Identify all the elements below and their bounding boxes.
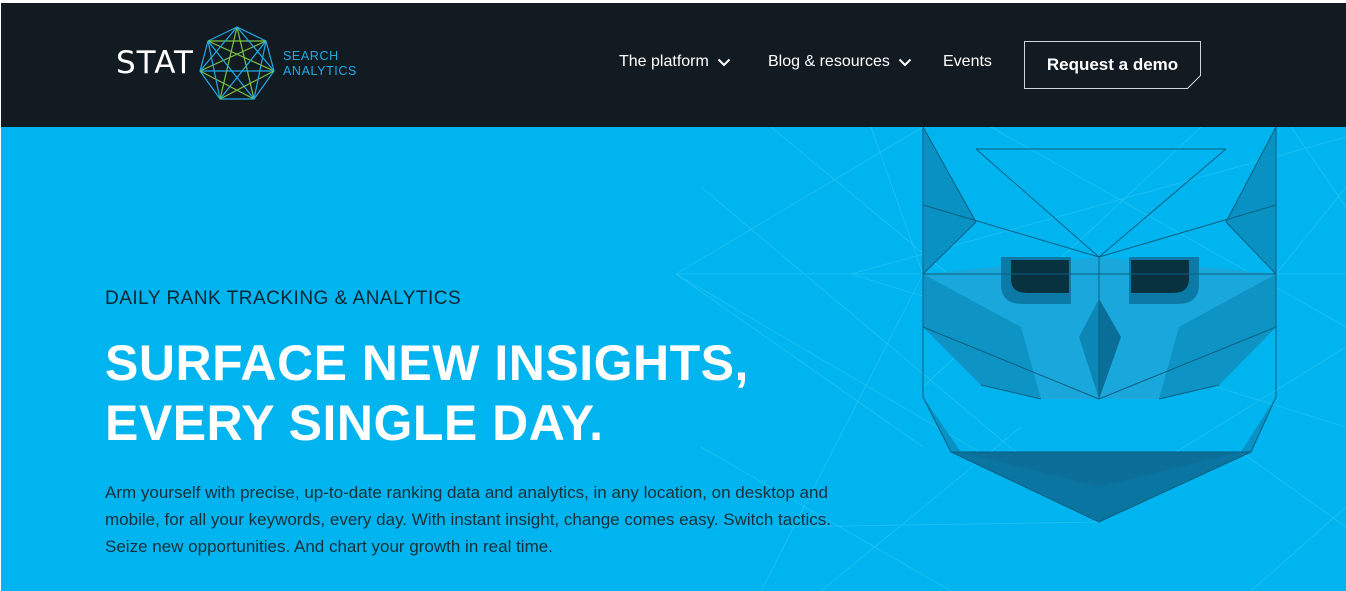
nav-item-label: Events — [943, 53, 992, 70]
request-demo-label: Request a demo — [1046, 55, 1179, 74]
page: STAT SEARCH ANALYTICS The platform Blog … — [0, 0, 1346, 591]
nav-item-label: The platform — [619, 53, 709, 70]
nav-item-label: Blog & resources — [768, 53, 890, 70]
headline-line-2: EVERY SINGLE DAY. — [105, 395, 604, 451]
chevron-down-icon — [898, 58, 912, 67]
hero-headline: SURFACE NEW INSIGHTS, EVERY SINGLE DAY. — [105, 333, 865, 453]
site-header: STAT SEARCH ANALYTICS The platform Blog … — [1, 3, 1346, 127]
nav-item-the-platform[interactable]: The platform — [619, 53, 731, 71]
hero-section: DAILY RANK TRACKING & ANALYTICS SURFACE … — [1, 127, 1346, 591]
nav-item-blog-resources[interactable]: Blog & resources — [768, 53, 912, 71]
hero-body-text: Arm yourself with precise, up-to-date ra… — [105, 483, 831, 556]
corner-notch-icon — [1187, 75, 1201, 89]
nav-item-events[interactable]: Events — [943, 53, 992, 71]
request-demo-button[interactable]: Request a demo — [1024, 41, 1201, 89]
hero-eyebrow: DAILY RANK TRACKING & ANALYTICS — [105, 288, 462, 309]
headline-line-1: SURFACE NEW INSIGHTS, — [105, 335, 749, 391]
main-nav: The platform Blog & resources Events Req… — [1, 3, 1346, 127]
chevron-down-icon — [717, 58, 731, 67]
